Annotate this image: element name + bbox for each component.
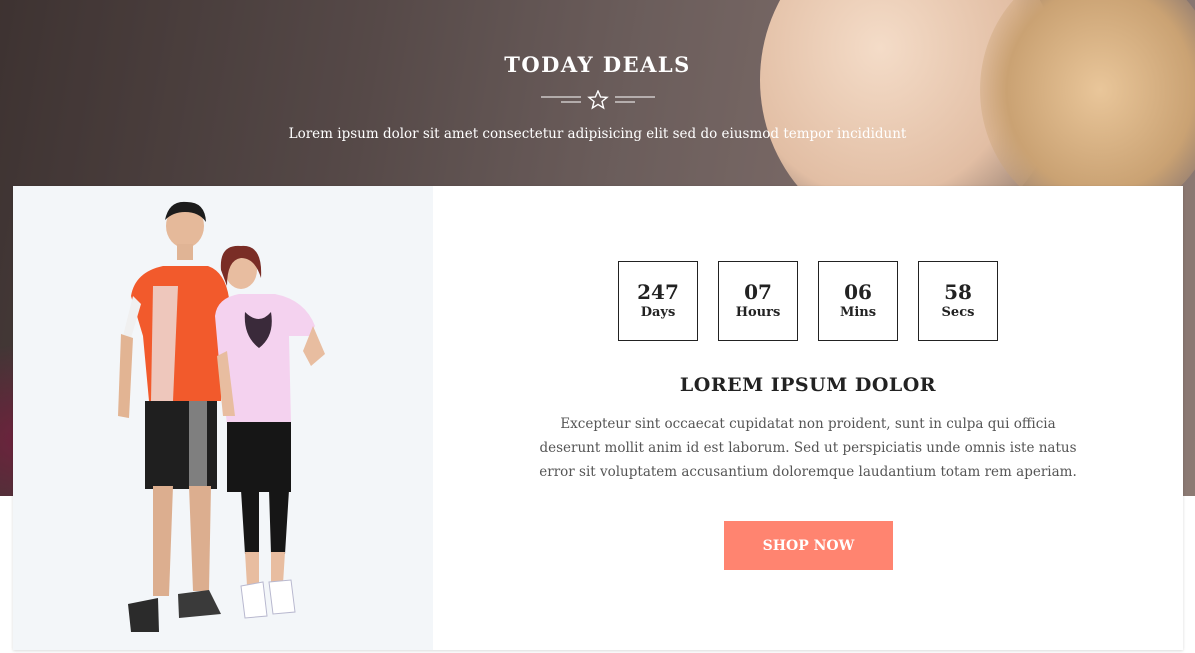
deal-heading: LOREM IPSUM DOLOR — [679, 374, 937, 396]
countdown-days-value: 247 — [637, 280, 679, 304]
countdown-secs-value: 58 — [944, 280, 972, 304]
countdown-days: 247 Days — [618, 261, 698, 341]
countdown-secs-label: Secs — [941, 305, 975, 320]
product-image — [118, 201, 325, 632]
deal-info-panel: 247 Days 07 Hours 06 Mins 58 Secs LOREM … — [433, 186, 1183, 650]
female-model — [215, 245, 325, 619]
male-model — [118, 201, 229, 632]
shop-now-button[interactable]: SHOP NOW — [724, 521, 893, 570]
countdown-secs: 58 Secs — [918, 261, 998, 341]
countdown-hours: 07 Hours — [718, 261, 798, 341]
deal-card: 247 Days 07 Hours 06 Mins 58 Secs LOREM … — [13, 186, 1183, 650]
title-divider — [541, 90, 655, 110]
product-image-panel — [13, 186, 433, 650]
star-icon — [587, 90, 609, 110]
countdown-mins: 06 Mins — [818, 261, 898, 341]
countdown-mins-value: 06 — [844, 280, 872, 304]
countdown-timer: 247 Days 07 Hours 06 Mins 58 Secs — [618, 261, 998, 341]
countdown-mins-label: Mins — [839, 305, 877, 320]
deal-description: Excepteur sint occaecat cupidatat non pr… — [539, 416, 1077, 480]
section-title: TODAY DEALS — [504, 52, 691, 77]
countdown-hours-label: Hours — [735, 305, 781, 320]
countdown-hours-value: 07 — [744, 280, 772, 304]
section-subtitle: Lorem ipsum dolor sit amet consectetur a… — [288, 126, 907, 142]
countdown-days-label: Days — [640, 305, 676, 320]
